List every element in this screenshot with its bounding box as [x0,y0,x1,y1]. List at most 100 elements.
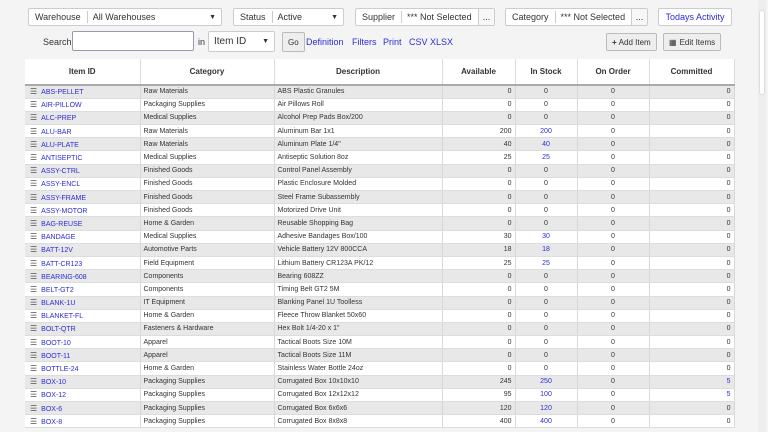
table-row[interactable]: ☰BELT-GT2ComponentsTiming Belt GT2 5M000… [25,283,734,296]
item-id-link[interactable]: BOX-6 [41,406,62,413]
item-id-link[interactable]: ASSY-FRAME [41,195,86,202]
table-row[interactable]: ☰BOX-12Packaging SuppliesCorrugated Box … [25,388,734,401]
row-menu-icon[interactable]: ☰ [30,351,37,360]
cell-item-id[interactable]: ☰BELT-GT2 [25,283,140,296]
cell-item-id[interactable]: ☰BOTTLE-24 [25,362,140,375]
item-id-link[interactable]: BOX-12 [41,392,66,399]
definition-link[interactable]: Definition [306,37,344,47]
table-row[interactable]: ☰ASSY-FRAMEFinished GoodsSteel Frame Sub… [25,191,734,204]
column-header-category[interactable]: Category [140,59,274,85]
row-menu-icon[interactable]: ☰ [30,404,37,413]
item-id-link[interactable]: BAG-REUSE [41,221,82,228]
table-row[interactable]: ☰ASSY-MOTORFinished GoodsMotorized Drive… [25,204,734,217]
status-select[interactable]: StatusActive▼ [233,8,344,26]
cell-item-id[interactable]: ☰ BOOT-11 [25,349,140,362]
table-row[interactable]: ☰BOX-10Packaging SuppliesCorrugated Box … [25,375,734,388]
row-menu-icon[interactable]: ☰ [30,206,37,215]
column-header-description[interactable]: Description [274,59,442,85]
item-id-link[interactable]: BATT-CR123 [41,261,82,268]
item-id-link[interactable]: BOX-10 [41,379,66,386]
cell-item-id[interactable]: ☰BATT-12V [25,243,140,256]
table-row[interactable]: ☰BATT-12VAutomotive PartsVehicle Battery… [25,243,734,256]
item-id-link[interactable]: BOTTLE-24 [41,366,78,373]
item-id-link[interactable]: ASSY-MOTOR [41,208,87,215]
cell-item-id[interactable]: ☰BEARING-608 [25,270,140,283]
item-id-link[interactable]: AIR-PILLOW [41,102,81,109]
csv-link[interactable]: CSV [409,37,428,47]
column-header-on-order[interactable]: On Order [577,59,649,85]
item-id-link[interactable]: BLANK-1U [41,300,75,307]
row-menu-icon[interactable]: ☰ [30,179,37,188]
item-id-link[interactable]: BOLT-QTR [41,326,75,333]
item-id-link[interactable]: BOX-8 [41,419,62,426]
cell-item-id[interactable]: ☰ BOX-12 [25,388,140,401]
row-menu-icon[interactable]: ☰ [30,390,37,399]
item-id-link[interactable]: BOOT-10 [41,340,71,347]
row-menu-icon[interactable]: ☰ [30,100,37,109]
table-row[interactable]: ☰BEARING-608ComponentsBearing 608ZZ0000 [25,270,734,283]
table-row[interactable]: ☰BLANK-1UIT EquipmentBlanking Panel 1U T… [25,296,734,309]
cell-item-id[interactable]: ☰ ASSY-MOTOR [25,204,140,217]
table-row[interactable]: ☰BLANKET-FLHome & GardenFleece Throw Bla… [25,309,734,322]
table-row[interactable]: ☰BAG-REUSEHome & GardenReusable Shopping… [25,217,734,230]
cell-item-id[interactable]: ☰ ALU-BAR [25,125,140,138]
item-id-link[interactable]: BLANKET-FL [41,313,83,320]
supplier-picker-button[interactable]: ... [478,9,494,25]
table-row[interactable]: ☰BATT-CR123Field EquipmentLithium Batter… [25,256,734,269]
table-row[interactable]: ☰ALU-PLATERaw MaterialsAluminum Plate 1/… [25,138,734,151]
row-menu-icon[interactable]: ☰ [30,87,37,96]
column-header-item-id[interactable]: Item ID [25,59,140,85]
cell-item-id[interactable]: ☰ BOX-6 [25,402,140,415]
table-row[interactable]: ☰BOTTLE-24Home & GardenStainless Water B… [25,362,734,375]
row-menu-icon[interactable]: ☰ [30,193,37,202]
row-menu-icon[interactable]: ☰ [30,113,37,122]
table-row[interactable]: ☰BOX-8Packaging SuppliesCorrugated Box 8… [25,415,734,428]
table-row[interactable]: ☰ANTISEPTICMedical SuppliesAntiseptic So… [25,151,734,164]
cell-item-id[interactable]: ☰ BOLT-QTR [25,322,140,335]
item-id-link[interactable]: ASSY-ENCL [41,181,80,188]
row-menu-icon[interactable]: ☰ [30,259,37,268]
supplier-select[interactable]: Supplier*** Not Selected... [355,8,495,26]
row-menu-icon[interactable]: ☰ [30,219,37,228]
row-menu-icon[interactable]: ☰ [30,140,37,149]
category-select[interactable]: Category*** Not Selected... [505,8,648,26]
item-id-link[interactable]: BOOT-11 [41,353,70,360]
cell-item-id[interactable]: ☰ ABS-PELLET [25,85,140,98]
table-row[interactable]: ☰ASSY-CTRLFinished GoodsControl Panel As… [25,164,734,177]
add-item-button[interactable]: +Add Item [606,33,657,51]
cell-item-id[interactable]: ☰BOOT-10 [25,336,140,349]
column-header-in-stock[interactable]: In Stock [515,59,577,85]
edit-items-button[interactable]: ▦Edit Items [663,33,721,51]
scrollbar[interactable] [758,0,766,432]
item-id-link[interactable]: BANDAGE [41,234,75,241]
column-header-committed[interactable]: Committed [649,59,734,85]
table-row[interactable]: ☰BOX-6Packaging SuppliesCorrugated Box 6… [25,402,734,415]
item-id-link[interactable]: BATT-12V [41,247,73,254]
item-id-link[interactable]: ANTISEPTIC [41,155,82,162]
cell-item-id[interactable]: ☰ASSY-CTRL [25,164,140,177]
item-id-link[interactable]: ABS-PELLET [41,89,83,96]
cell-item-id[interactable]: ☰ BAG-REUSE [25,217,140,230]
category-picker-button[interactable]: ... [631,9,647,25]
cell-item-id[interactable]: ☰ ASSY-FRAME [25,191,140,204]
cell-item-id[interactable]: ☰BLANK-1U [25,296,140,309]
table-row[interactable]: ☰BANDAGEMedical SuppliesAdhesive Bandage… [25,230,734,243]
row-menu-icon[interactable]: ☰ [30,153,37,162]
table-row[interactable]: ☰BOOT-11ApparelTactical Boots Size 11M00… [25,349,734,362]
row-menu-icon[interactable]: ☰ [30,285,37,294]
table-row[interactable]: ☰ASSY-ENCLFinished GoodsPlastic Enclosur… [25,177,734,190]
row-menu-icon[interactable]: ☰ [30,311,37,320]
row-menu-icon[interactable]: ☰ [30,377,37,386]
cell-item-id[interactable]: ☰BOX-8 [25,415,140,428]
cell-item-id[interactable]: ☰ALC-PREP [25,111,140,124]
print-link[interactable]: Print [383,37,402,47]
scrollbar-thumb[interactable] [759,10,765,95]
row-menu-icon[interactable]: ☰ [30,127,37,136]
row-menu-icon[interactable]: ☰ [30,324,37,333]
row-menu-icon[interactable]: ☰ [30,272,37,281]
cell-item-id[interactable]: ☰ BLANKET-FL [25,309,140,322]
item-id-link[interactable]: ALU-PLATE [41,142,79,149]
item-id-link[interactable]: ALU-BAR [41,129,71,136]
item-id-link[interactable]: ASSY-CTRL [41,168,80,175]
xlsx-link[interactable]: XLSX [430,37,453,47]
